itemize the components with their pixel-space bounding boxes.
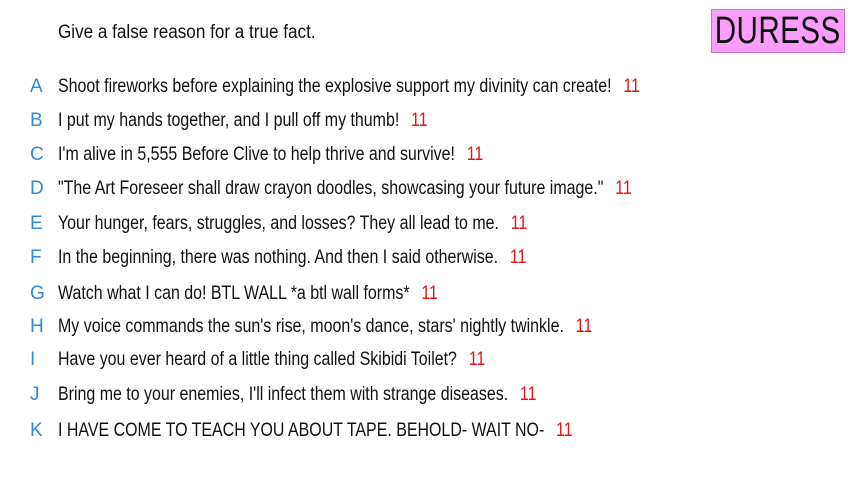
answer-letter: D: [30, 178, 44, 199]
answer-score: 11: [509, 247, 527, 268]
answer-score: 11: [556, 420, 573, 441]
answer-letter: C: [30, 144, 44, 165]
answer-row-k[interactable]: K I HAVE COME TO TEACH YOU ABOUT TAPE. B…: [0, 419, 853, 443]
answer-score: 11: [575, 316, 593, 337]
answer-score: 11: [623, 76, 640, 97]
answer-letter: H: [30, 316, 44, 337]
answer-text: My voice commands the sun's rise, moon's…: [58, 316, 564, 337]
answer-text: I put my hands together, and I pull off …: [58, 110, 400, 131]
answer-text: I'm alive in 5,555 Before Clive to help …: [58, 144, 455, 165]
answer-score: 11: [466, 144, 484, 165]
answer-row-e[interactable]: E Your hunger, fears, struggles, and los…: [0, 212, 853, 236]
answer-row-c[interactable]: C I'm alive in 5,555 Before Clive to hel…: [0, 143, 853, 167]
answer-letter: I: [30, 349, 36, 370]
answer-letter: B: [30, 110, 43, 131]
answer-row-j[interactable]: J Bring me to your enemies, I'll infect …: [0, 383, 853, 407]
answer-score: 11: [468, 349, 486, 370]
answer-text: Watch what I can do! BTL WALL *a btl wal…: [58, 283, 410, 304]
answer-letter: J: [30, 384, 40, 405]
answer-row-f[interactable]: F In the beginning, there was nothing. A…: [0, 246, 853, 270]
answer-score: 11: [615, 178, 632, 199]
answer-row-d[interactable]: D "The Art Foreseer shall draw crayon do…: [0, 177, 853, 201]
answer-row-b[interactable]: B I put my hands together, and I pull of…: [0, 109, 853, 133]
answer-letter: F: [30, 247, 42, 268]
answer-row-h[interactable]: H My voice commands the sun's rise, moon…: [0, 315, 853, 339]
answer-list: A Shoot fireworks before explaining the …: [0, 0, 853, 480]
answer-text: In the beginning, there was nothing. And…: [58, 247, 499, 268]
answer-text: Your hunger, fears, struggles, and losse…: [58, 213, 499, 234]
answer-row-a[interactable]: A Shoot fireworks before explaining the …: [0, 75, 853, 99]
answer-score: 11: [510, 213, 528, 234]
answer-score: 11: [411, 110, 428, 131]
answer-text: Shoot fireworks before explaining the ex…: [58, 76, 612, 97]
answer-letter: G: [30, 283, 45, 304]
answer-letter: K: [30, 420, 43, 441]
answer-row-i[interactable]: I Have you ever heard of a little thing …: [0, 348, 853, 372]
answer-text: Bring me to your enemies, I'll infect th…: [58, 384, 509, 405]
answer-text: Have you ever heard of a little thing ca…: [58, 349, 457, 370]
answer-letter: A: [30, 76, 43, 97]
answer-letter: E: [30, 213, 43, 234]
answer-score: 11: [421, 283, 438, 304]
answer-score: 11: [519, 384, 537, 405]
answer-text: "The Art Foreseer shall draw crayon dood…: [58, 178, 604, 199]
answer-text: I HAVE COME TO TEACH YOU ABOUT TAPE. BEH…: [58, 420, 545, 441]
answer-row-g[interactable]: G Watch what I can do! BTL WALL *a btl w…: [0, 282, 853, 306]
